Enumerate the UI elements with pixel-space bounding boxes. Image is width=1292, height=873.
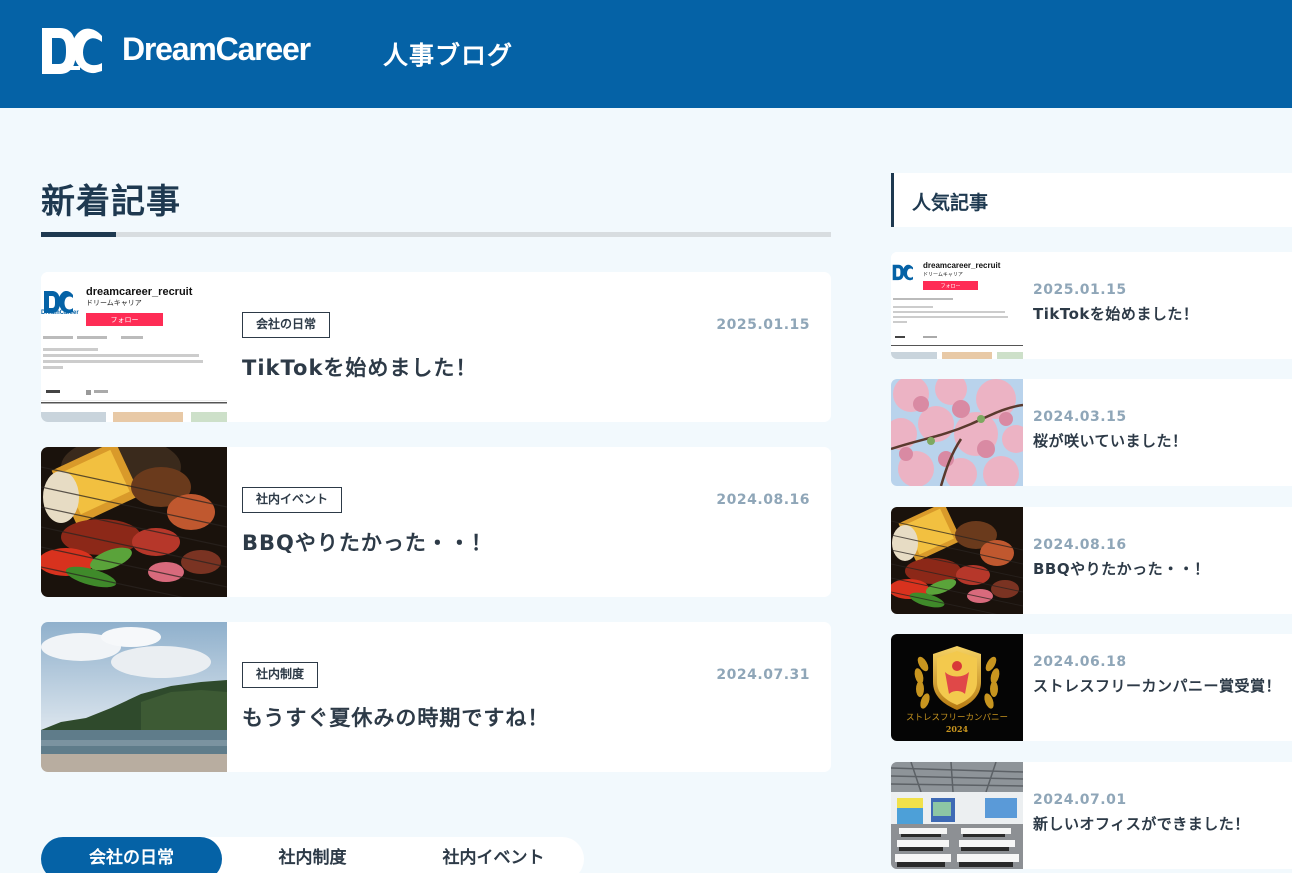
dreamcareer-logo-icon[interactable]: [40, 26, 104, 76]
svg-text:ドリームキャリア: ドリームキャリア: [86, 299, 142, 307]
popular-article-title[interactable]: 新しいオフィスができました！: [1033, 812, 1283, 836]
section-title: 新着記事: [41, 182, 181, 222]
svg-text:ストレスフリーカンパニー: ストレスフリーカンパニー: [906, 713, 1008, 723]
popular-article-date: 2025.01.15: [1033, 282, 1127, 298]
brand-name[interactable]: DreamCareer: [122, 31, 311, 68]
svg-text:2024: 2024: [946, 724, 969, 734]
svg-text:フォロー: フォロー: [111, 316, 139, 324]
tab-company-daily[interactable]: 会社の日常: [41, 837, 222, 873]
tiktok-thumbnail: DreamCareer dreamcareer_recruit ドリームキャリア…: [41, 272, 227, 422]
popular-article-date: 2024.07.01: [1033, 792, 1127, 808]
popular-article-title[interactable]: ストレスフリーカンパニー賞受賞！: [1033, 674, 1283, 698]
article-card[interactable]: 社内制度 2024.07.31 もうすぐ夏休みの時期ですね！: [41, 622, 831, 772]
beach-thumbnail: [41, 622, 227, 772]
popular-article[interactable]: 2024.03.15 桜が咲いていました！: [891, 379, 1292, 486]
article-card[interactable]: DreamCareer dreamcareer_recruit ドリームキャリア…: [41, 272, 831, 422]
blog-title: 人事ブログ: [383, 41, 514, 70]
category-tag[interactable]: 社内制度: [242, 662, 319, 688]
svg-text:dreamcareer_recruit: dreamcareer_recruit: [86, 286, 193, 298]
popular-article-date: 2024.06.18: [1033, 654, 1127, 670]
site-header: DreamCareer 人事ブログ: [0, 0, 1292, 108]
article-date: 2024.07.31: [716, 667, 810, 683]
tab-company-system[interactable]: 社内制度: [222, 837, 403, 873]
tab-company-event[interactable]: 社内イベント: [403, 837, 584, 873]
bbq-thumbnail: [41, 447, 227, 597]
sidebar-header: 人気記事: [891, 173, 1292, 227]
award-thumbnail: ストレスフリーカンパニー 2024: [891, 634, 1023, 741]
popular-article-date: 2024.08.16: [1033, 537, 1127, 553]
office-thumbnail: [891, 762, 1023, 869]
bbq-thumbnail: [891, 507, 1023, 614]
category-tabs: 会社の日常 社内制度 社内イベント: [41, 837, 584, 873]
tiktok-thumbnail: dreamcareer_recruit ドリームキャリア フォロー: [891, 252, 1023, 359]
article-title[interactable]: もうすぐ夏休みの時期ですね！: [242, 702, 549, 732]
popular-article-date: 2024.03.15: [1033, 409, 1127, 425]
popular-article[interactable]: dreamcareer_recruit ドリームキャリア フォロー 2025.0…: [891, 252, 1292, 359]
cherry-blossom-thumbnail: [891, 379, 1023, 486]
popular-article-title[interactable]: 桜が咲いていました！: [1033, 429, 1283, 453]
svg-text:DreamCareer: DreamCareer: [41, 310, 79, 316]
category-tag[interactable]: 社内イベント: [242, 487, 343, 513]
popular-article[interactable]: 2024.08.16 BBQやりたかった・・！: [891, 507, 1292, 614]
popular-article-title[interactable]: BBQやりたかった・・！: [1033, 557, 1283, 581]
sidebar-title: 人気記事: [912, 192, 989, 214]
section-divider: [41, 232, 831, 237]
svg-text:フォロー: フォロー: [940, 284, 960, 290]
article-title[interactable]: BBQやりたかった・・！: [242, 527, 493, 557]
category-tag[interactable]: 会社の日常: [242, 312, 331, 338]
popular-article-title[interactable]: TikTokを始めました！: [1033, 302, 1283, 326]
popular-article[interactable]: ストレスフリーカンパニー 2024 2024.06.18 ストレスフリーカンパニ…: [891, 634, 1292, 741]
article-date: 2025.01.15: [716, 317, 810, 333]
article-card[interactable]: 社内イベント 2024.08.16 BBQやりたかった・・！: [41, 447, 831, 597]
article-date: 2024.08.16: [716, 492, 810, 508]
article-title[interactable]: TikTokを始めました！: [242, 352, 477, 382]
popular-article[interactable]: 2024.07.01 新しいオフィスができました！: [891, 762, 1292, 869]
svg-text:dreamcareer_recruit: dreamcareer_recruit: [923, 261, 1001, 270]
svg-text:ドリームキャリア: ドリームキャリア: [923, 272, 963, 278]
